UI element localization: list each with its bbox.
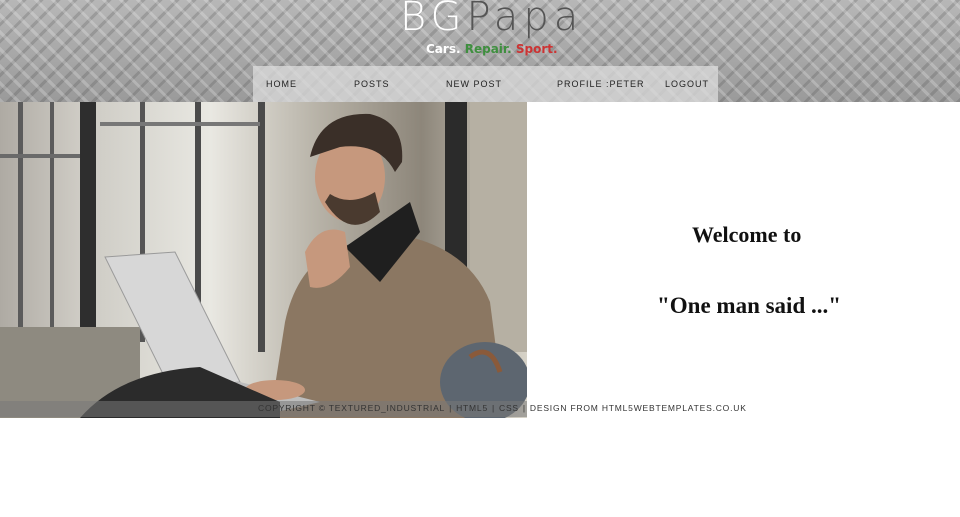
footer-html5-link[interactable]: HTML5 [456,403,488,413]
welcome-heading: Welcome to [692,222,802,247]
logo-part-2: Papa [466,0,584,40]
hero-image [0,102,527,418]
footer-css-link[interactable]: CSS [499,403,519,413]
tagline-cars: Cars. [426,42,461,56]
footer-text: COPYRIGHT © TEXTURED_INDUSTRIAL | HTML5 | CS… [256,403,749,413]
site-header: BGPapa Cars. Repair. Sport. HOME POSTS N… [0,0,960,102]
nav-new-post[interactable]: NEW POST [446,79,502,89]
tagline-repair: Repair. [464,42,512,56]
footer-separator: | [491,403,495,413]
footer-separator: | [522,403,526,413]
site-logo[interactable]: BGPapa [400,0,583,40]
main-nav: HOME POSTS NEW POST PROFILE :PETER LOGOU… [253,66,718,102]
logo-part-1: BG [400,0,467,40]
footer-design-link[interactable]: DESIGN FROM HTML5WEBTEMPLATES.CO.UK [530,403,747,413]
nav-posts[interactable]: POSTS [354,79,390,89]
nav-logout[interactable]: LOGOUT [665,79,709,89]
nav-home[interactable]: HOME [266,79,297,89]
footer-separator: | [449,403,453,413]
footer-copyright: COPYRIGHT © TEXTURED_INDUSTRIAL [258,403,446,413]
nav-profile[interactable]: PROFILE :PETER [557,79,645,89]
site-tagline: Cars. Repair. Sport. [426,42,558,56]
tagline-sport: Sport. [515,42,558,56]
quote-heading: "One man said ..." [657,293,842,318]
